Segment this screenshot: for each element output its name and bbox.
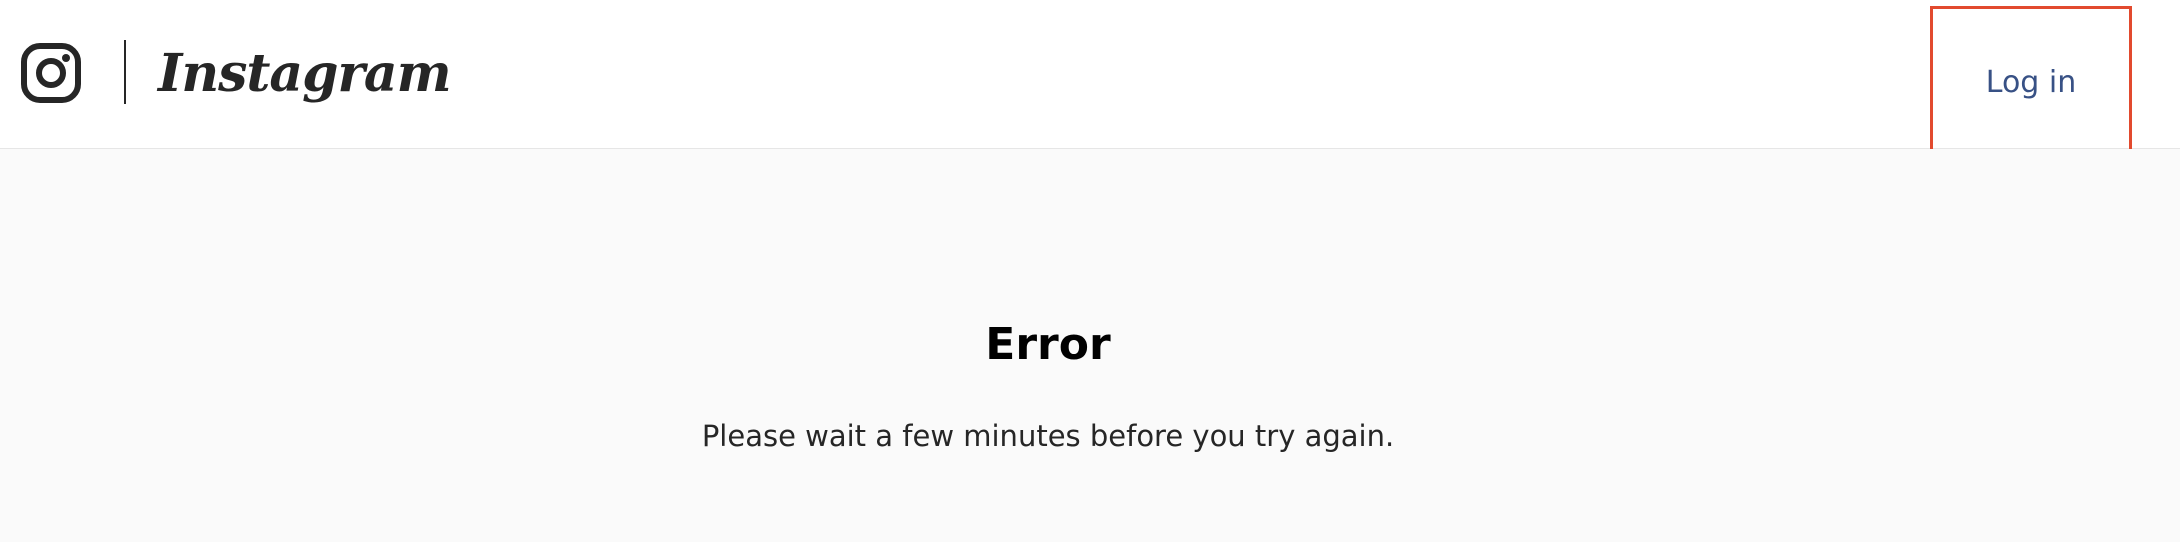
error-title: Error xyxy=(985,319,1111,370)
logo-divider xyxy=(124,40,126,104)
error-message: Please wait a few minutes before you try… xyxy=(701,419,1395,453)
login-link[interactable]: Log in xyxy=(1986,65,2076,100)
instagram-wordmark[interactable]: Instagram xyxy=(158,34,452,114)
instagram-logo-icon[interactable] xyxy=(20,42,82,104)
main-content: Error Please wait a few minutes before y… xyxy=(0,149,2180,542)
top-navigation-bar: Instagram Log in xyxy=(0,0,2180,158)
login-highlight-box: Log in xyxy=(1930,6,2132,158)
